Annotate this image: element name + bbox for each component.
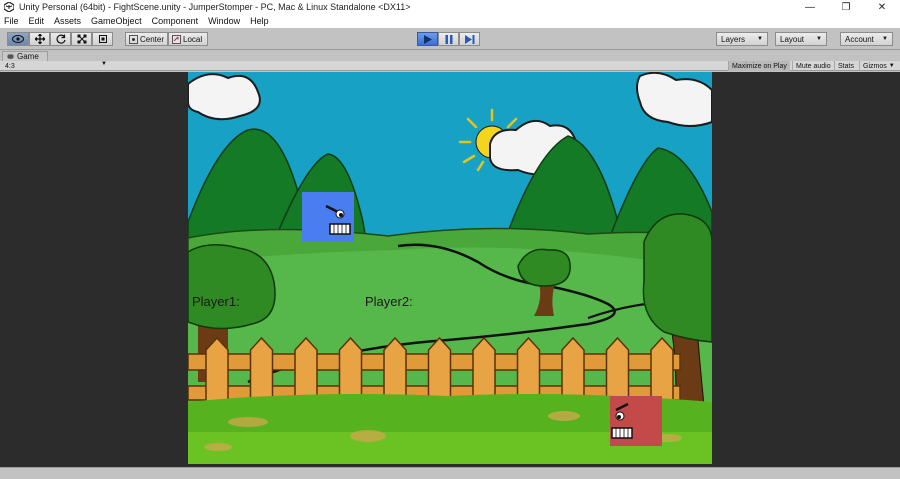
- hand-tool-button[interactable]: [7, 32, 29, 46]
- account-label: Account: [845, 34, 874, 44]
- dropdown-caret-icon: ▼: [882, 36, 888, 42]
- step-icon: [464, 34, 474, 44]
- move-tool-button[interactable]: [29, 32, 50, 46]
- title-bar: Unity Personal (64bit) - FightScene.unit…: [0, 0, 900, 14]
- play-controls: [417, 32, 480, 46]
- pivot-toggles: Center Local: [125, 32, 208, 46]
- game-view-bar: 4:3 ▼ Maximize on Play Mute audio Stats …: [0, 61, 900, 71]
- menu-assets[interactable]: Assets: [54, 16, 81, 26]
- gizmos-label: Gizmos: [863, 62, 887, 70]
- space-local-label: Local: [183, 34, 203, 44]
- menu-gameobject[interactable]: GameObject: [91, 16, 142, 26]
- player2-score-label: Player2:: [365, 294, 413, 309]
- play-button[interactable]: [417, 32, 438, 46]
- tab-game-label: Game: [17, 52, 39, 61]
- pivot-center-button[interactable]: Center: [125, 32, 168, 46]
- minimize-button[interactable]: —: [792, 0, 828, 14]
- unity-logo-icon: [3, 1, 15, 13]
- gizmos-dropdown[interactable]: Gizmos ▼: [859, 61, 898, 71]
- aspect-ratio-dropdown[interactable]: 4:3 ▼: [3, 61, 109, 71]
- status-bar: [0, 467, 900, 479]
- local-space-icon: [172, 34, 181, 44]
- rect-tool-icon: [98, 35, 107, 43]
- game-viewport[interactable]: Player1: Player2:: [0, 72, 900, 467]
- step-button[interactable]: [459, 32, 480, 46]
- maximize-button[interactable]: ❐: [828, 0, 864, 14]
- gamepad-icon: [7, 54, 14, 59]
- game-scene[interactable]: Player1: Player2:: [188, 72, 712, 464]
- dropdown-caret-icon: ▼: [101, 61, 107, 67]
- dropdown-caret-icon: ▼: [888, 63, 895, 69]
- blue-player-sprite: [302, 192, 354, 242]
- maximize-on-play-toggle[interactable]: Maximize on Play: [728, 61, 790, 71]
- move-icon: [34, 34, 45, 44]
- pause-icon: [445, 34, 452, 44]
- layers-dropdown[interactable]: Layers ▼: [716, 32, 768, 46]
- layout-dropdown[interactable]: Layout ▼: [775, 32, 827, 46]
- main-toolbar: Center Local Layers ▼ Layout ▼ Account ▼: [0, 28, 900, 50]
- eye-icon: [12, 35, 24, 43]
- account-dropdown[interactable]: Account ▼: [840, 32, 893, 46]
- menu-component[interactable]: Component: [152, 16, 199, 26]
- stats-toggle[interactable]: Stats: [834, 61, 857, 71]
- tab-game[interactable]: Game: [2, 51, 48, 61]
- scale-icon: [77, 34, 86, 44]
- mute-audio-toggle[interactable]: Mute audio: [792, 61, 834, 71]
- menu-edit[interactable]: Edit: [29, 16, 45, 26]
- pivot-icon: [129, 34, 138, 44]
- play-icon: [424, 34, 432, 44]
- pause-button[interactable]: [438, 32, 459, 46]
- menu-bar: File Edit Assets GameObject Component Wi…: [0, 14, 900, 28]
- dropdown-caret-icon: ▼: [757, 36, 763, 42]
- menu-file[interactable]: File: [4, 16, 19, 26]
- rotate-tool-button[interactable]: [50, 32, 71, 46]
- layers-label: Layers: [721, 34, 746, 44]
- scene-artwork: [188, 72, 712, 464]
- rect-tool-button[interactable]: [92, 32, 113, 46]
- window-title: Unity Personal (64bit) - FightScene.unit…: [19, 2, 411, 12]
- red-player-sprite: [610, 396, 662, 446]
- aspect-ratio-label: 4:3: [5, 62, 15, 70]
- close-button[interactable]: ✕: [864, 0, 900, 14]
- layout-label: Layout: [780, 34, 805, 44]
- space-local-button[interactable]: Local: [168, 32, 208, 46]
- rotate-icon: [56, 34, 66, 44]
- menu-help[interactable]: Help: [250, 16, 269, 26]
- pivot-center-label: Center: [140, 34, 165, 44]
- player1-score-label: Player1:: [192, 294, 240, 309]
- scale-tool-button[interactable]: [71, 32, 92, 46]
- transform-tools: [7, 32, 113, 46]
- menu-window[interactable]: Window: [208, 16, 240, 26]
- game-tab-strip: Game: [0, 51, 900, 61]
- dropdown-caret-icon: ▼: [816, 36, 822, 42]
